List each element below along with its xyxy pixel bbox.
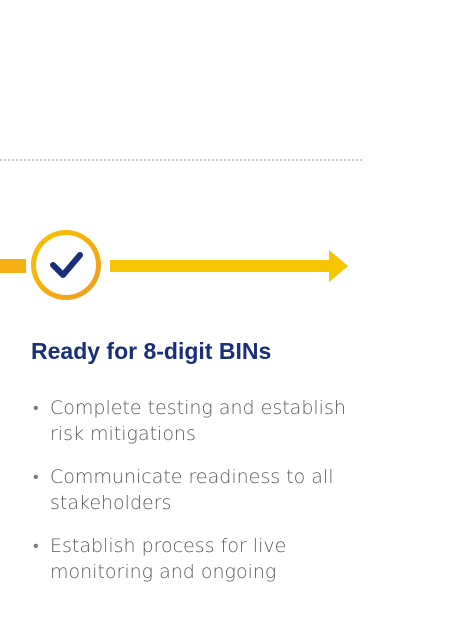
step-bullet-list: • Complete testing and establish risk mi…	[31, 395, 361, 602]
timeline-arrow	[110, 250, 348, 282]
list-item-text: Communicate readiness to all stakeholder…	[50, 466, 334, 514]
list-item-text: Establish process for live monitoring an…	[50, 535, 287, 583]
step-heading: Ready for 8-digit BINs	[31, 338, 272, 364]
bullet-dot-icon: •	[33, 467, 39, 486]
list-item: • Communicate readiness to all stakehold…	[31, 464, 361, 516]
list-item: • Complete testing and establish risk mi…	[31, 395, 361, 447]
list-item-text: Complete testing and establish risk miti…	[50, 397, 346, 445]
checkmark-icon	[31, 230, 101, 300]
timeline-step	[0, 222, 360, 312]
bullet-dot-icon: •	[33, 536, 39, 555]
bullet-dot-icon: •	[33, 398, 39, 417]
list-item: • Establish process for live monitoring …	[31, 533, 361, 585]
timeline-bar-left	[0, 259, 26, 273]
dotted-divider	[0, 159, 362, 161]
